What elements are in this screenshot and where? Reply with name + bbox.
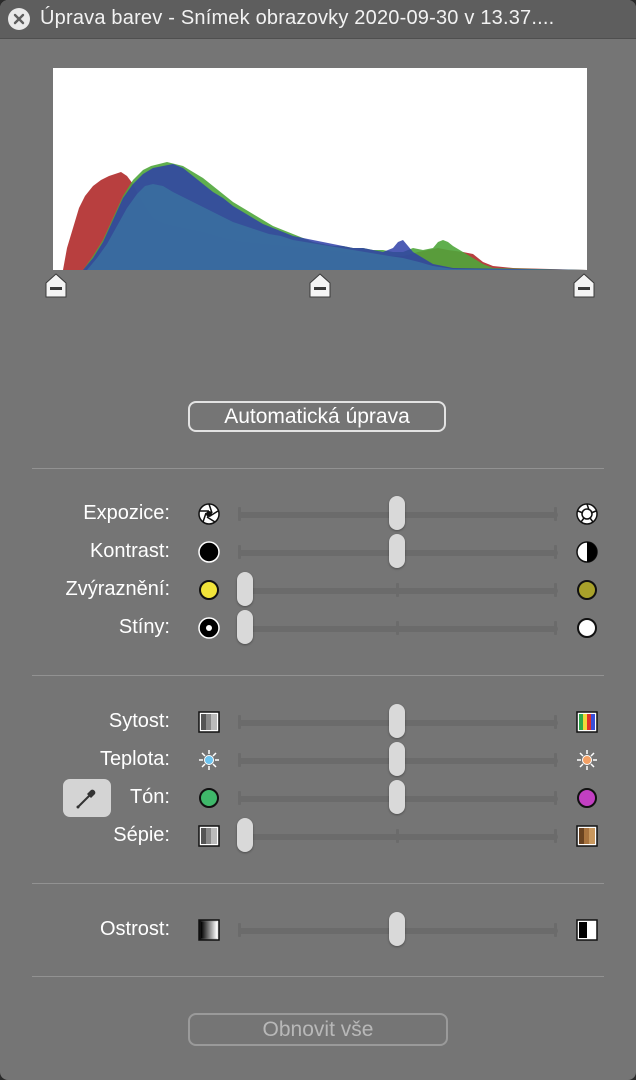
slider-row-sepia: Sépie:	[0, 818, 636, 854]
divider	[32, 468, 604, 469]
shadows-tick-mid	[396, 621, 399, 635]
divider	[32, 675, 604, 676]
close-icon	[13, 13, 25, 25]
slider-row-saturation: Sytost:	[0, 704, 636, 740]
slider-row-sharpness: Ostrost:	[0, 912, 636, 948]
sharpness-slider[interactable]	[389, 912, 405, 946]
reset-all-button: Obnovit vše	[188, 1013, 448, 1046]
exposure-tick-max	[554, 507, 557, 521]
slider-row-tint: Tón:	[0, 780, 636, 816]
white-circle-icon	[577, 618, 597, 638]
highlights-tick-mid	[396, 583, 399, 597]
highlights-tick-max	[554, 583, 557, 597]
temperature-tick-max	[554, 753, 557, 767]
warm-sun-icon	[577, 750, 597, 770]
black-circle-icon	[198, 541, 220, 563]
color-bars-icon	[576, 711, 598, 733]
slider-row-highlights: Zvýraznění:	[0, 572, 636, 608]
shadows-slider[interactable]	[237, 610, 253, 644]
black-point-marker[interactable]	[45, 273, 67, 299]
sepia-slider[interactable]	[237, 818, 253, 852]
saturation-slider[interactable]	[389, 704, 405, 738]
white-point-marker[interactable]	[573, 273, 595, 299]
cool-sun-icon	[199, 750, 219, 770]
shadows-tick-max	[554, 621, 557, 635]
half-circle-icon	[576, 541, 598, 563]
exposure-tick-min	[238, 507, 241, 521]
temperature-label: Teplota:	[99, 748, 170, 770]
temperature-tick-min	[238, 753, 241, 767]
divider	[32, 976, 604, 977]
tint-tick-min	[238, 791, 241, 805]
color-adjust-window: Úprava barev - Snímek obrazovky 2020-09-…	[0, 0, 636, 1080]
gray-bars-icon	[198, 711, 220, 733]
sharpness-tick-max	[554, 923, 557, 937]
contrast-slider[interactable]	[389, 534, 405, 568]
green-circle-icon	[199, 788, 219, 808]
tint-slider[interactable]	[389, 780, 405, 814]
saturation-tick-max	[554, 715, 557, 729]
contrast-label: Kontrast:	[89, 540, 170, 562]
exposure-slider[interactable]	[389, 496, 405, 530]
slider-row-shadows: Stíny:	[0, 610, 636, 646]
histogram-luminance-mix	[87, 184, 587, 270]
sharpness-label: Ostrost:	[99, 918, 170, 940]
sepia-bars-icon	[576, 825, 598, 847]
auto-adjust-button[interactable]: Automatická úprava	[188, 401, 446, 432]
slider-row-temperature: Teplota:	[0, 742, 636, 778]
temperature-slider[interactable]	[389, 742, 405, 776]
yellow-circle-icon	[199, 580, 219, 600]
contrast-tick-min	[238, 545, 241, 559]
tint-label: Tón:	[129, 786, 170, 808]
saturation-tick-min	[238, 715, 241, 729]
sepia-tick-mid	[396, 829, 399, 843]
sepia-tick-max	[554, 829, 557, 843]
olive-circle-icon	[577, 580, 597, 600]
saturation-label: Sytost:	[108, 710, 170, 732]
exposure-label: Expozice:	[83, 502, 170, 524]
sharpness-tick-min	[238, 923, 241, 937]
divider	[32, 883, 604, 884]
slider-row-contrast: Kontrast:	[0, 534, 636, 570]
title-bar[interactable]: Úprava barev - Snímek obrazovky 2020-09-…	[0, 0, 636, 39]
window-title: Úprava barev - Snímek obrazovky 2020-09-…	[40, 7, 555, 29]
soft-gradient-icon	[198, 919, 220, 941]
midpoint-marker[interactable]	[309, 273, 331, 299]
sepia-label: Sépie:	[113, 824, 170, 846]
aperture-closed-icon	[198, 503, 220, 525]
highlights-slider[interactable]	[237, 572, 253, 606]
highlights-label: Zvýraznění:	[65, 578, 170, 600]
aperture-open-icon	[576, 503, 598, 525]
contrast-tick-max	[554, 545, 557, 559]
magenta-circle-icon	[577, 788, 597, 808]
gray-bars-icon	[198, 825, 220, 847]
histogram	[53, 68, 587, 270]
close-button[interactable]	[8, 8, 30, 30]
sharp-edge-icon	[576, 919, 598, 941]
slider-row-exposure: Expozice:	[0, 496, 636, 532]
shadows-label: Stíny:	[118, 616, 170, 638]
tint-tick-max	[554, 791, 557, 805]
black-dot-circle-icon	[198, 617, 220, 639]
